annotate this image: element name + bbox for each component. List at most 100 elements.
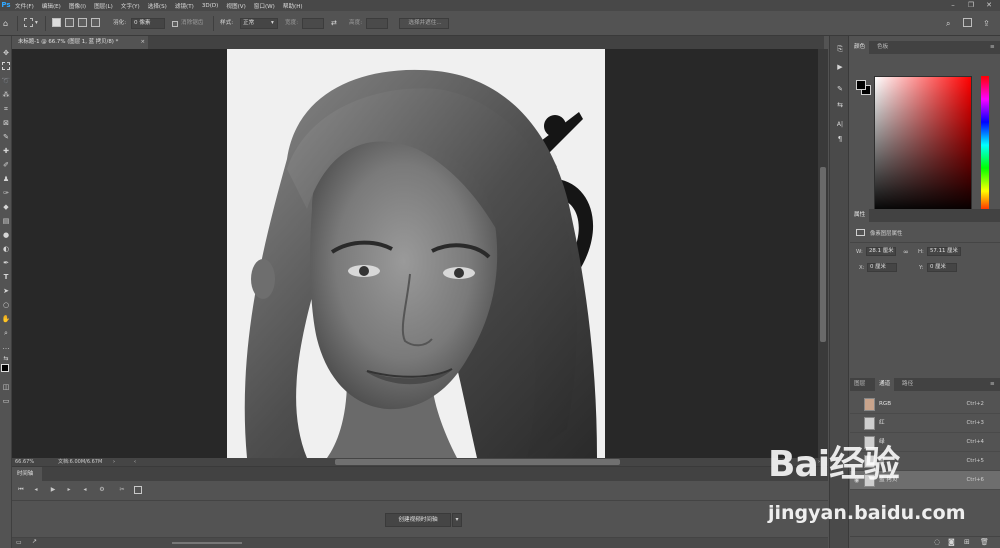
channel-row[interactable]: 蓝 Ctrl+5 [850, 452, 1000, 471]
marquee-tool-icon[interactable] [2, 62, 10, 70]
chevron-down-icon[interactable]: ▾ [35, 18, 38, 29]
more-tools-icon[interactable]: … [1, 342, 11, 352]
visibility-eye-icon[interactable] [854, 420, 861, 427]
tab-color[interactable]: 颜色 [850, 41, 870, 54]
render-icon[interactable]: ▭ [16, 539, 22, 546]
next-frame-icon[interactable]: ▸ [65, 486, 73, 494]
channel-row[interactable]: 绿 Ctrl+4 [850, 433, 1000, 452]
previous-frame-icon[interactable]: ◂ [32, 486, 40, 494]
scrollbar-thumb[interactable] [820, 167, 826, 342]
channel-row[interactable]: RGB Ctrl+2 [850, 395, 1000, 414]
panel-menu-icon[interactable]: ≡ [986, 378, 999, 391]
crop-tool-icon[interactable]: ⌗ [1, 104, 11, 114]
eraser-icon[interactable]: ◆ [1, 202, 11, 212]
channel-row-selected[interactable]: ◉ 蓝 拷贝 Ctrl+6 [850, 471, 1000, 490]
horizontal-scrollbar-thumb[interactable] [335, 459, 620, 465]
play-actions-icon[interactable]: ▶ [835, 62, 845, 72]
menu-3d[interactable]: 3D(D) [202, 3, 219, 9]
workspace-icon[interactable] [963, 18, 972, 27]
document-image[interactable] [227, 49, 605, 458]
quick-mask-icon[interactable]: ◫ [1, 382, 11, 392]
link-icon[interactable]: ∞ [903, 248, 909, 256]
chevron-down-icon[interactable]: ▾ [271, 18, 274, 29]
chevron-right-icon[interactable]: › [113, 458, 115, 466]
shape-tool-icon[interactable]: ○ [1, 300, 11, 310]
menu-layer[interactable]: 图层(L) [94, 2, 113, 10]
dodge-tool-icon[interactable]: ◐ [1, 244, 11, 254]
x-field[interactable]: 0 厘米 [867, 263, 897, 272]
hand-tool-icon[interactable]: ✋ [1, 314, 11, 324]
transition-icon[interactable] [134, 486, 142, 494]
frame-tool-icon[interactable]: ⊠ [1, 118, 11, 128]
subtract-selection-icon[interactable] [78, 18, 87, 27]
color-picker-field[interactable] [874, 76, 972, 214]
new-channel-icon[interactable]: ⊞ [964, 538, 970, 546]
new-selection-icon[interactable] [52, 18, 61, 27]
gradient-icon[interactable]: ▤ [1, 216, 11, 226]
first-frame-icon[interactable]: ⏮ [17, 486, 25, 494]
menu-image[interactable]: 图像(I) [69, 2, 86, 10]
search-icon[interactable]: ⌕ [946, 18, 950, 29]
width-input[interactable] [302, 18, 324, 29]
blur-tool-icon[interactable]: ● [1, 230, 11, 240]
menu-view[interactable]: 视图(V) [226, 2, 245, 10]
tab-properties[interactable]: 属性 [850, 209, 870, 222]
brush-tool-icon[interactable]: ✐ [1, 160, 11, 170]
panel-menu-icon[interactable]: ≡ [986, 41, 999, 54]
convert-icon[interactable]: ↗ [32, 538, 37, 545]
hue-slider[interactable] [981, 76, 989, 214]
canvas-area[interactable] [12, 49, 818, 458]
screen-mode-icon[interactable]: ▭ [1, 396, 11, 406]
restore-icon[interactable]: ❐ [962, 0, 980, 11]
zoom-level[interactable]: 66.67% [15, 458, 34, 466]
tab-channels[interactable]: 通道 [875, 378, 895, 391]
menu-type[interactable]: 文字(Y) [121, 2, 140, 10]
brush-preset-icon[interactable]: ✎ [835, 84, 845, 94]
history-brush-icon[interactable]: ✑ [1, 188, 11, 198]
pen-tool-icon[interactable]: ✒ [1, 258, 11, 268]
lasso-tool-icon[interactable]: ➰ [1, 76, 11, 86]
close-tab-icon[interactable]: × [140, 36, 145, 49]
scroll-left-icon[interactable]: ‹ [134, 458, 136, 466]
zoom-tool-icon[interactable]: ⌕ [1, 328, 11, 338]
visibility-eye-icon[interactable]: ◉ [854, 477, 861, 484]
move-tool-icon[interactable]: ✥ [1, 48, 11, 58]
add-selection-icon[interactable] [65, 18, 74, 27]
save-selection-icon[interactable]: ◙ [948, 538, 955, 546]
menu-window[interactable]: 窗口(W) [254, 2, 275, 10]
feather-input[interactable]: 0 像素 [131, 18, 165, 29]
height-field[interactable]: 57.11 厘米 [927, 247, 961, 256]
paragraph-icon[interactable]: ¶ [835, 134, 845, 144]
minimize-icon[interactable]: – [944, 0, 962, 11]
create-video-timeline-button[interactable]: 创建视频时间轴 [385, 513, 451, 527]
width-field[interactable]: 28.1 厘米 [866, 247, 896, 256]
select-and-mask-button[interactable]: 选择并遮住... [399, 18, 449, 29]
menu-help[interactable]: 帮助(H) [283, 2, 303, 10]
y-field[interactable]: 0 厘米 [927, 263, 957, 272]
rect-marquee-icon[interactable] [24, 18, 33, 27]
tab-swatches[interactable]: 色板 [873, 41, 892, 54]
timeline-tab[interactable]: 时间轴 [12, 467, 42, 481]
vertical-scrollbar[interactable] [818, 49, 828, 458]
home-icon[interactable]: ⌂ [3, 18, 8, 29]
menu-filter[interactable]: 滤镜(T) [175, 2, 194, 10]
height-input[interactable] [366, 18, 388, 29]
visibility-eye-icon[interactable] [854, 439, 861, 446]
stamp-tool-icon[interactable]: ♟ [1, 174, 11, 184]
menu-edit[interactable]: 编辑(E) [42, 2, 61, 10]
path-select-icon[interactable]: ➤ [1, 286, 11, 296]
visibility-eye-icon[interactable] [854, 458, 861, 465]
settings-icon[interactable]: ⚙ [98, 486, 106, 494]
adjust-icon[interactable]: ⇆ [835, 100, 845, 110]
document-tab[interactable]: 未标题-1 @ 66.7% (图层 1, 蓝 拷贝/8) * × [12, 36, 148, 49]
magic-wand-icon[interactable]: ⁂ [1, 90, 11, 100]
menu-select[interactable]: 选择(S) [148, 2, 167, 10]
load-channel-icon[interactable]: ◌ [934, 538, 940, 546]
healing-brush-icon[interactable]: ✚ [1, 146, 11, 156]
intersect-selection-icon[interactable] [91, 18, 100, 27]
antialias-checkbox[interactable] [172, 21, 178, 27]
channel-row[interactable]: 红 Ctrl+3 [850, 414, 1000, 433]
audio-icon[interactable]: ◂ [81, 486, 89, 494]
swap-icon[interactable]: ⇄ [331, 18, 337, 29]
close-window-icon[interactable]: ✕ [980, 0, 998, 11]
